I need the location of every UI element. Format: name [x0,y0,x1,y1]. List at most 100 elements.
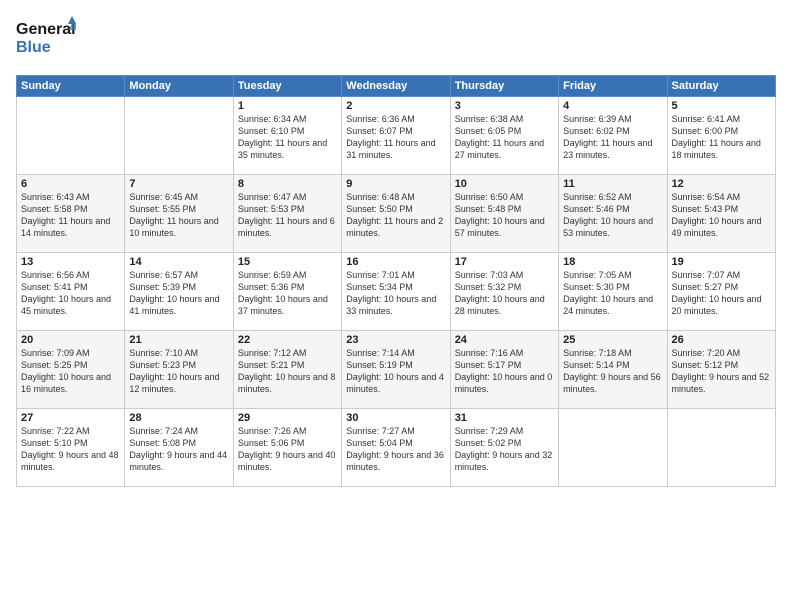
day-cell: 16Sunrise: 7:01 AMSunset: 5:34 PMDayligh… [342,253,450,331]
day-cell: 7Sunrise: 6:45 AMSunset: 5:55 PMDaylight… [125,175,233,253]
day-info: Sunrise: 6:34 AMSunset: 6:10 PMDaylight:… [238,113,337,162]
col-wednesday: Wednesday [342,76,450,97]
day-cell: 6Sunrise: 6:43 AMSunset: 5:58 PMDaylight… [17,175,125,253]
day-number: 15 [238,256,337,268]
day-info: Sunrise: 6:45 AMSunset: 5:55 PMDaylight:… [129,191,228,240]
day-cell: 24Sunrise: 7:16 AMSunset: 5:17 PMDayligh… [450,331,558,409]
day-info: Sunrise: 7:05 AMSunset: 5:30 PMDaylight:… [563,269,662,318]
day-number: 23 [346,334,445,346]
day-number: 6 [21,178,120,190]
day-number: 29 [238,412,337,424]
day-cell: 23Sunrise: 7:14 AMSunset: 5:19 PMDayligh… [342,331,450,409]
day-number: 3 [455,100,554,112]
day-cell: 26Sunrise: 7:20 AMSunset: 5:12 PMDayligh… [667,331,775,409]
day-cell: 3Sunrise: 6:38 AMSunset: 6:05 PMDaylight… [450,97,558,175]
day-cell: 9Sunrise: 6:48 AMSunset: 5:50 PMDaylight… [342,175,450,253]
day-number: 13 [21,256,120,268]
day-info: Sunrise: 6:59 AMSunset: 5:36 PMDaylight:… [238,269,337,318]
day-number: 20 [21,334,120,346]
day-cell: 4Sunrise: 6:39 AMSunset: 6:02 PMDaylight… [559,97,667,175]
day-number: 9 [346,178,445,190]
day-cell: 10Sunrise: 6:50 AMSunset: 5:48 PMDayligh… [450,175,558,253]
day-info: Sunrise: 6:38 AMSunset: 6:05 PMDaylight:… [455,113,554,162]
day-number: 12 [672,178,771,190]
svg-text:Blue: Blue [16,39,51,56]
day-number: 17 [455,256,554,268]
day-info: Sunrise: 7:18 AMSunset: 5:14 PMDaylight:… [563,347,662,396]
day-number: 11 [563,178,662,190]
day-number: 5 [672,100,771,112]
day-info: Sunrise: 7:26 AMSunset: 5:06 PMDaylight:… [238,425,337,474]
day-info: Sunrise: 7:20 AMSunset: 5:12 PMDaylight:… [672,347,771,396]
day-info: Sunrise: 6:48 AMSunset: 5:50 PMDaylight:… [346,191,445,240]
day-number: 30 [346,412,445,424]
day-info: Sunrise: 7:14 AMSunset: 5:19 PMDaylight:… [346,347,445,396]
day-cell: 11Sunrise: 6:52 AMSunset: 5:46 PMDayligh… [559,175,667,253]
day-cell [667,409,775,487]
page: General Blue Sunday Monday Tuesday Wedne… [0,0,792,612]
header: General Blue [16,16,776,65]
day-info: Sunrise: 7:12 AMSunset: 5:21 PMDaylight:… [238,347,337,396]
day-number: 21 [129,334,228,346]
day-cell: 30Sunrise: 7:27 AMSunset: 5:04 PMDayligh… [342,409,450,487]
day-number: 8 [238,178,337,190]
day-info: Sunrise: 7:09 AMSunset: 5:25 PMDaylight:… [21,347,120,396]
day-info: Sunrise: 7:27 AMSunset: 5:04 PMDaylight:… [346,425,445,474]
day-cell: 19Sunrise: 7:07 AMSunset: 5:27 PMDayligh… [667,253,775,331]
col-tuesday: Tuesday [233,76,341,97]
week-row-3: 13Sunrise: 6:56 AMSunset: 5:41 PMDayligh… [17,253,776,331]
day-number: 14 [129,256,228,268]
day-cell: 14Sunrise: 6:57 AMSunset: 5:39 PMDayligh… [125,253,233,331]
day-number: 10 [455,178,554,190]
day-cell [125,97,233,175]
day-cell: 15Sunrise: 6:59 AMSunset: 5:36 PMDayligh… [233,253,341,331]
day-number: 22 [238,334,337,346]
col-monday: Monday [125,76,233,97]
day-info: Sunrise: 6:43 AMSunset: 5:58 PMDaylight:… [21,191,120,240]
svg-text:General: General [16,21,76,38]
week-row-2: 6Sunrise: 6:43 AMSunset: 5:58 PMDaylight… [17,175,776,253]
day-info: Sunrise: 6:50 AMSunset: 5:48 PMDaylight:… [455,191,554,240]
day-number: 25 [563,334,662,346]
day-info: Sunrise: 6:56 AMSunset: 5:41 PMDaylight:… [21,269,120,318]
day-info: Sunrise: 7:01 AMSunset: 5:34 PMDaylight:… [346,269,445,318]
day-info: Sunrise: 6:39 AMSunset: 6:02 PMDaylight:… [563,113,662,162]
day-number: 19 [672,256,771,268]
day-number: 2 [346,100,445,112]
day-info: Sunrise: 6:47 AMSunset: 5:53 PMDaylight:… [238,191,337,240]
day-cell: 28Sunrise: 7:24 AMSunset: 5:08 PMDayligh… [125,409,233,487]
day-info: Sunrise: 6:36 AMSunset: 6:07 PMDaylight:… [346,113,445,162]
logo-icon: General Blue [16,16,76,60]
day-info: Sunrise: 7:22 AMSunset: 5:10 PMDaylight:… [21,425,120,474]
col-thursday: Thursday [450,76,558,97]
col-sunday: Sunday [17,76,125,97]
day-cell: 17Sunrise: 7:03 AMSunset: 5:32 PMDayligh… [450,253,558,331]
day-info: Sunrise: 7:29 AMSunset: 5:02 PMDaylight:… [455,425,554,474]
day-number: 26 [672,334,771,346]
day-number: 24 [455,334,554,346]
day-number: 27 [21,412,120,424]
col-friday: Friday [559,76,667,97]
day-cell: 22Sunrise: 7:12 AMSunset: 5:21 PMDayligh… [233,331,341,409]
week-row-1: 1Sunrise: 6:34 AMSunset: 6:10 PMDaylight… [17,97,776,175]
day-cell: 12Sunrise: 6:54 AMSunset: 5:43 PMDayligh… [667,175,775,253]
day-info: Sunrise: 6:57 AMSunset: 5:39 PMDaylight:… [129,269,228,318]
day-info: Sunrise: 7:24 AMSunset: 5:08 PMDaylight:… [129,425,228,474]
day-number: 4 [563,100,662,112]
week-row-4: 20Sunrise: 7:09 AMSunset: 5:25 PMDayligh… [17,331,776,409]
day-number: 18 [563,256,662,268]
day-info: Sunrise: 6:54 AMSunset: 5:43 PMDaylight:… [672,191,771,240]
day-info: Sunrise: 7:07 AMSunset: 5:27 PMDaylight:… [672,269,771,318]
week-row-5: 27Sunrise: 7:22 AMSunset: 5:10 PMDayligh… [17,409,776,487]
day-info: Sunrise: 6:52 AMSunset: 5:46 PMDaylight:… [563,191,662,240]
day-cell: 8Sunrise: 6:47 AMSunset: 5:53 PMDaylight… [233,175,341,253]
day-info: Sunrise: 7:10 AMSunset: 5:23 PMDaylight:… [129,347,228,396]
day-cell: 27Sunrise: 7:22 AMSunset: 5:10 PMDayligh… [17,409,125,487]
day-cell [559,409,667,487]
day-cell: 13Sunrise: 6:56 AMSunset: 5:41 PMDayligh… [17,253,125,331]
day-cell: 20Sunrise: 7:09 AMSunset: 5:25 PMDayligh… [17,331,125,409]
day-cell: 1Sunrise: 6:34 AMSunset: 6:10 PMDaylight… [233,97,341,175]
day-number: 7 [129,178,228,190]
day-number: 28 [129,412,228,424]
calendar-body: 1Sunrise: 6:34 AMSunset: 6:10 PMDaylight… [17,97,776,487]
